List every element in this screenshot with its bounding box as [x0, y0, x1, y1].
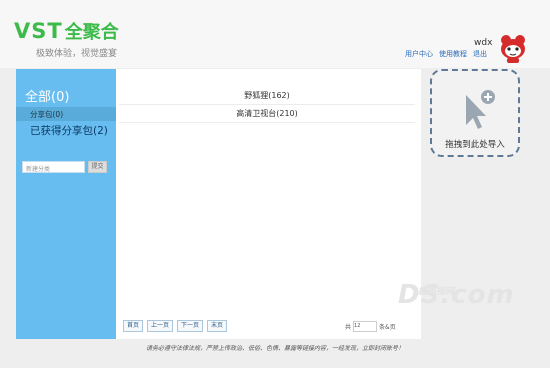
cursor-plus-icon [466, 90, 495, 129]
sidebar: 全部(0) 分享包(0) 已获得分享包(2) [16, 69, 116, 339]
user-center-link[interactable]: 用户中心 [405, 49, 433, 59]
page-info: 共 12 条&页 [345, 321, 396, 332]
sidebar-item-obtained-package[interactable]: 已获得分享包(2) [30, 123, 108, 138]
prev-page-button[interactable]: 上一页 [147, 320, 174, 332]
pagination: 首页 上一页 下一页 末页 [123, 320, 228, 332]
app-logo: VST 全聚合 [14, 18, 119, 44]
logout-link[interactable]: 退出 [473, 49, 487, 59]
drop-zone-label: 拖拽到此处导入 [445, 140, 505, 150]
last-page-button[interactable]: 末页 [207, 320, 228, 332]
sidebar-item-share-package[interactable]: 分享包(0) [30, 109, 63, 120]
username: wdx [474, 38, 493, 48]
drag-import-zone[interactable]: 拖拽到此处导入 [430, 69, 520, 157]
first-page-button[interactable]: 首页 [123, 320, 144, 332]
footer-notice: 请务必遵守法律法规，严禁上传政治、低俗、色情、暴露等链接内容，一经发现，立即封闭… [145, 345, 404, 352]
page-info-suffix: 条&页 [379, 324, 396, 331]
tutorial-link[interactable]: 使用教程 [439, 49, 467, 59]
mascot-avatar-icon [501, 35, 525, 63]
content-panel: 野狐狸(162) 高清卫视台(210) 首页 上一页 下一页 末页 共 12 条… [116, 69, 421, 339]
top-links: 用户中心 使用教程 退出 [405, 49, 487, 59]
sidebar-item-all[interactable]: 全部(0) [25, 86, 69, 105]
header-bar: VST 全聚合 极致体验，视觉盛宴 wdx 用户中心 使用教程 退出 [0, 0, 550, 68]
list-item[interactable]: 野狐狸(162) [119, 88, 415, 105]
list-item[interactable]: 高清卫视台(210) [119, 106, 415, 123]
page-info-prefix: 共 [345, 324, 352, 331]
page-select[interactable]: 12 [353, 321, 378, 332]
new-category-input[interactable]: 新建分类 [22, 161, 85, 173]
logo-brand-cn: 全聚合 [64, 22, 119, 43]
submit-category-button[interactable]: 提交 [88, 161, 107, 173]
watermark: DS.com [398, 280, 515, 310]
logo-brand-latin: VST [14, 19, 63, 43]
slogan: 极致体验，视觉盛宴 [36, 49, 118, 59]
next-page-button[interactable]: 下一页 [177, 320, 204, 332]
